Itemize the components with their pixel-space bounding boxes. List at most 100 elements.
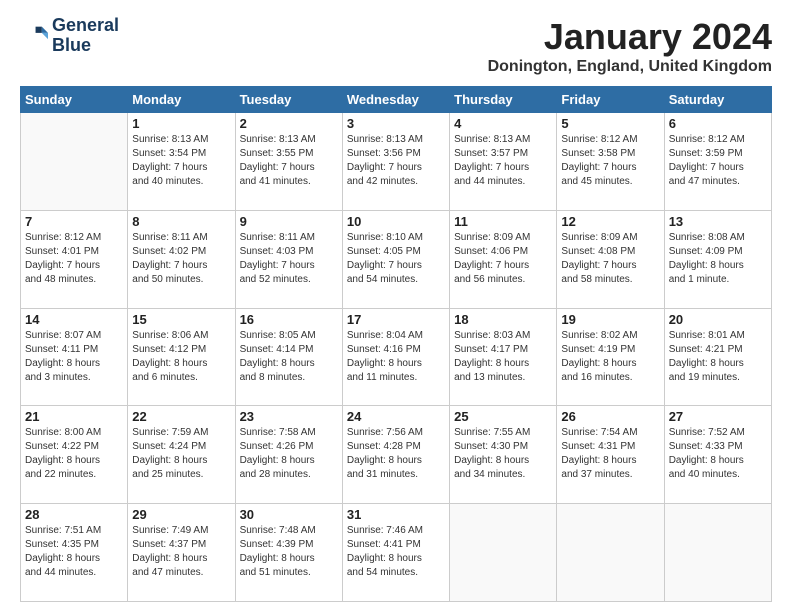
calendar-cell: 1Sunrise: 8:13 AMSunset: 3:54 PMDaylight… xyxy=(128,113,235,211)
day-info: Sunrise: 8:08 AMSunset: 4:09 PMDaylight:… xyxy=(669,231,767,287)
calendar-week-0: 1Sunrise: 8:13 AMSunset: 3:54 PMDaylight… xyxy=(21,113,772,211)
day-info: Sunrise: 7:48 AMSunset: 4:39 PMDaylight:… xyxy=(240,524,338,580)
day-info: Sunrise: 7:59 AMSunset: 4:24 PMDaylight:… xyxy=(132,426,230,482)
day-number: 26 xyxy=(561,409,659,424)
calendar-header-thursday: Thursday xyxy=(450,87,557,113)
calendar-cell xyxy=(21,113,128,211)
day-info: Sunrise: 7:58 AMSunset: 4:26 PMDaylight:… xyxy=(240,426,338,482)
logo-text: General Blue xyxy=(52,16,119,56)
day-info: Sunrise: 8:13 AMSunset: 3:57 PMDaylight:… xyxy=(454,133,552,189)
calendar-cell: 17Sunrise: 8:04 AMSunset: 4:16 PMDayligh… xyxy=(342,308,449,406)
calendar-cell: 7 Sunrise: 8:12 AMSunset: 4:01 PMDaylight… xyxy=(21,210,128,308)
calendar-header-sunday: Sunday xyxy=(21,87,128,113)
day-info: Sunrise: 8:09 AMSunset: 4:06 PMDaylight:… xyxy=(454,231,552,287)
calendar-header-saturday: Saturday xyxy=(664,87,771,113)
calendar-cell: 29Sunrise: 7:49 AMSunset: 4:37 PMDayligh… xyxy=(128,504,235,602)
day-info: Sunrise: 8:02 AMSunset: 4:19 PMDaylight:… xyxy=(561,329,659,385)
day-info: Sunrise: 8:12 AMSunset: 3:59 PMDaylight:… xyxy=(669,133,767,189)
day-number: 4 xyxy=(454,116,552,131)
day-info: Sunrise: 8:12 AMSunset: 4:01 PMDaylight:… xyxy=(25,231,123,287)
day-info: Sunrise: 8:00 AMSunset: 4:22 PMDaylight:… xyxy=(25,426,123,482)
calendar-cell: 16 Sunrise: 8:05 AMSunset: 4:14 PMDayligh… xyxy=(235,308,342,406)
day-number: 5 xyxy=(561,116,659,131)
day-number: 12 xyxy=(561,214,659,229)
location: Donington, England, United Kingdom xyxy=(488,58,772,76)
calendar-cell: 14Sunrise: 8:07 AMSunset: 4:11 PMDayligh… xyxy=(21,308,128,406)
calendar-cell: 27 Sunrise: 7:52 AMSunset: 4:33 PMDayligh… xyxy=(664,406,771,504)
day-number: 13 xyxy=(669,214,767,229)
calendar-cell xyxy=(450,504,557,602)
calendar-cell: 9 Sunrise: 8:11 AMSunset: 4:03 PMDaylight… xyxy=(235,210,342,308)
calendar-cell: 12Sunrise: 8:09 AMSunset: 4:08 PMDayligh… xyxy=(557,210,664,308)
day-number: 20 xyxy=(669,312,767,327)
calendar-cell xyxy=(557,504,664,602)
calendar-cell: 25Sunrise: 7:55 AMSunset: 4:30 PMDayligh… xyxy=(450,406,557,504)
calendar-header-tuesday: Tuesday xyxy=(235,87,342,113)
calendar-cell: 5 Sunrise: 8:12 AMSunset: 3:58 PMDaylight… xyxy=(557,113,664,211)
day-number: 10 xyxy=(347,214,445,229)
day-info: Sunrise: 7:55 AMSunset: 4:30 PMDaylight:… xyxy=(454,426,552,482)
calendar-cell: 11 Sunrise: 8:09 AMSunset: 4:06 PMDayligh… xyxy=(450,210,557,308)
calendar-cell: 2 Sunrise: 8:13 AMSunset: 3:55 PMDaylight… xyxy=(235,113,342,211)
day-number: 31 xyxy=(347,507,445,522)
day-number: 27 xyxy=(669,409,767,424)
calendar-header-monday: Monday xyxy=(128,87,235,113)
day-number: 30 xyxy=(240,507,338,522)
logo-line2: Blue xyxy=(52,36,119,56)
day-info: Sunrise: 8:05 AMSunset: 4:14 PMDaylight:… xyxy=(240,329,338,385)
day-number: 9 xyxy=(240,214,338,229)
calendar-cell: 13 Sunrise: 8:08 AMSunset: 4:09 PMDayligh… xyxy=(664,210,771,308)
calendar-cell: 31 Sunrise: 7:46 AMSunset: 4:41 PMDayligh… xyxy=(342,504,449,602)
day-number: 23 xyxy=(240,409,338,424)
day-info: Sunrise: 7:54 AMSunset: 4:31 PMDaylight:… xyxy=(561,426,659,482)
calendar-cell: 6 Sunrise: 8:12 AMSunset: 3:59 PMDaylight… xyxy=(664,113,771,211)
calendar-header-wednesday: Wednesday xyxy=(342,87,449,113)
day-info: Sunrise: 7:49 AMSunset: 4:37 PMDaylight:… xyxy=(132,524,230,580)
day-number: 11 xyxy=(454,214,552,229)
calendar-cell: 22 Sunrise: 7:59 AMSunset: 4:24 PMDayligh… xyxy=(128,406,235,504)
day-number: 16 xyxy=(240,312,338,327)
calendar-cell: 24Sunrise: 7:56 AMSunset: 4:28 PMDayligh… xyxy=(342,406,449,504)
title-block: January 2024 Donington, England, United … xyxy=(488,16,772,76)
logo-line1: General xyxy=(52,16,119,36)
day-number: 14 xyxy=(25,312,123,327)
day-number: 15 xyxy=(132,312,230,327)
calendar-header-row: SundayMondayTuesdayWednesdayThursdayFrid… xyxy=(21,87,772,113)
day-number: 2 xyxy=(240,116,338,131)
day-info: Sunrise: 7:52 AMSunset: 4:33 PMDaylight:… xyxy=(669,426,767,482)
day-info: Sunrise: 8:13 AMSunset: 3:54 PMDaylight:… xyxy=(132,133,230,189)
month-title: January 2024 xyxy=(488,16,772,58)
day-number: 3 xyxy=(347,116,445,131)
calendar-table: SundayMondayTuesdayWednesdayThursdayFrid… xyxy=(20,86,772,602)
day-info: Sunrise: 7:51 AMSunset: 4:35 PMDaylight:… xyxy=(25,524,123,580)
page: General Blue January 2024 Donington, Eng… xyxy=(0,0,792,612)
calendar-cell: 8Sunrise: 8:11 AMSunset: 4:02 PMDaylight… xyxy=(128,210,235,308)
logo-icon xyxy=(20,22,48,50)
day-number: 22 xyxy=(132,409,230,424)
calendar-cell: 15Sunrise: 8:06 AMSunset: 4:12 PMDayligh… xyxy=(128,308,235,406)
calendar-week-3: 21Sunrise: 8:00 AMSunset: 4:22 PMDayligh… xyxy=(21,406,772,504)
day-number: 6 xyxy=(669,116,767,131)
day-number: 18 xyxy=(454,312,552,327)
calendar-cell: 21Sunrise: 8:00 AMSunset: 4:22 PMDayligh… xyxy=(21,406,128,504)
calendar-cell: 28Sunrise: 7:51 AMSunset: 4:35 PMDayligh… xyxy=(21,504,128,602)
calendar-cell: 30 Sunrise: 7:48 AMSunset: 4:39 PMDayligh… xyxy=(235,504,342,602)
calendar-cell: 19Sunrise: 8:02 AMSunset: 4:19 PMDayligh… xyxy=(557,308,664,406)
day-info: Sunrise: 7:56 AMSunset: 4:28 PMDaylight:… xyxy=(347,426,445,482)
calendar-cell: 26 Sunrise: 7:54 AMSunset: 4:31 PMDayligh… xyxy=(557,406,664,504)
day-info: Sunrise: 8:10 AMSunset: 4:05 PMDaylight:… xyxy=(347,231,445,287)
day-info: Sunrise: 8:13 AMSunset: 3:55 PMDaylight:… xyxy=(240,133,338,189)
day-info: Sunrise: 7:46 AMSunset: 4:41 PMDaylight:… xyxy=(347,524,445,580)
day-info: Sunrise: 8:13 AMSunset: 3:56 PMDaylight:… xyxy=(347,133,445,189)
day-number: 7 xyxy=(25,214,123,229)
day-info: Sunrise: 8:11 AMSunset: 4:03 PMDaylight:… xyxy=(240,231,338,287)
calendar-cell: 10 Sunrise: 8:10 AMSunset: 4:05 PMDayligh… xyxy=(342,210,449,308)
calendar-cell: 3 Sunrise: 8:13 AMSunset: 3:56 PMDaylight… xyxy=(342,113,449,211)
day-info: Sunrise: 8:01 AMSunset: 4:21 PMDaylight:… xyxy=(669,329,767,385)
day-info: Sunrise: 8:12 AMSunset: 3:58 PMDaylight:… xyxy=(561,133,659,189)
day-number: 8 xyxy=(132,214,230,229)
calendar-cell: 20 Sunrise: 8:01 AMSunset: 4:21 PMDayligh… xyxy=(664,308,771,406)
calendar-week-1: 7 Sunrise: 8:12 AMSunset: 4:01 PMDaylight… xyxy=(21,210,772,308)
day-info: Sunrise: 8:03 AMSunset: 4:17 PMDaylight:… xyxy=(454,329,552,385)
day-number: 17 xyxy=(347,312,445,327)
